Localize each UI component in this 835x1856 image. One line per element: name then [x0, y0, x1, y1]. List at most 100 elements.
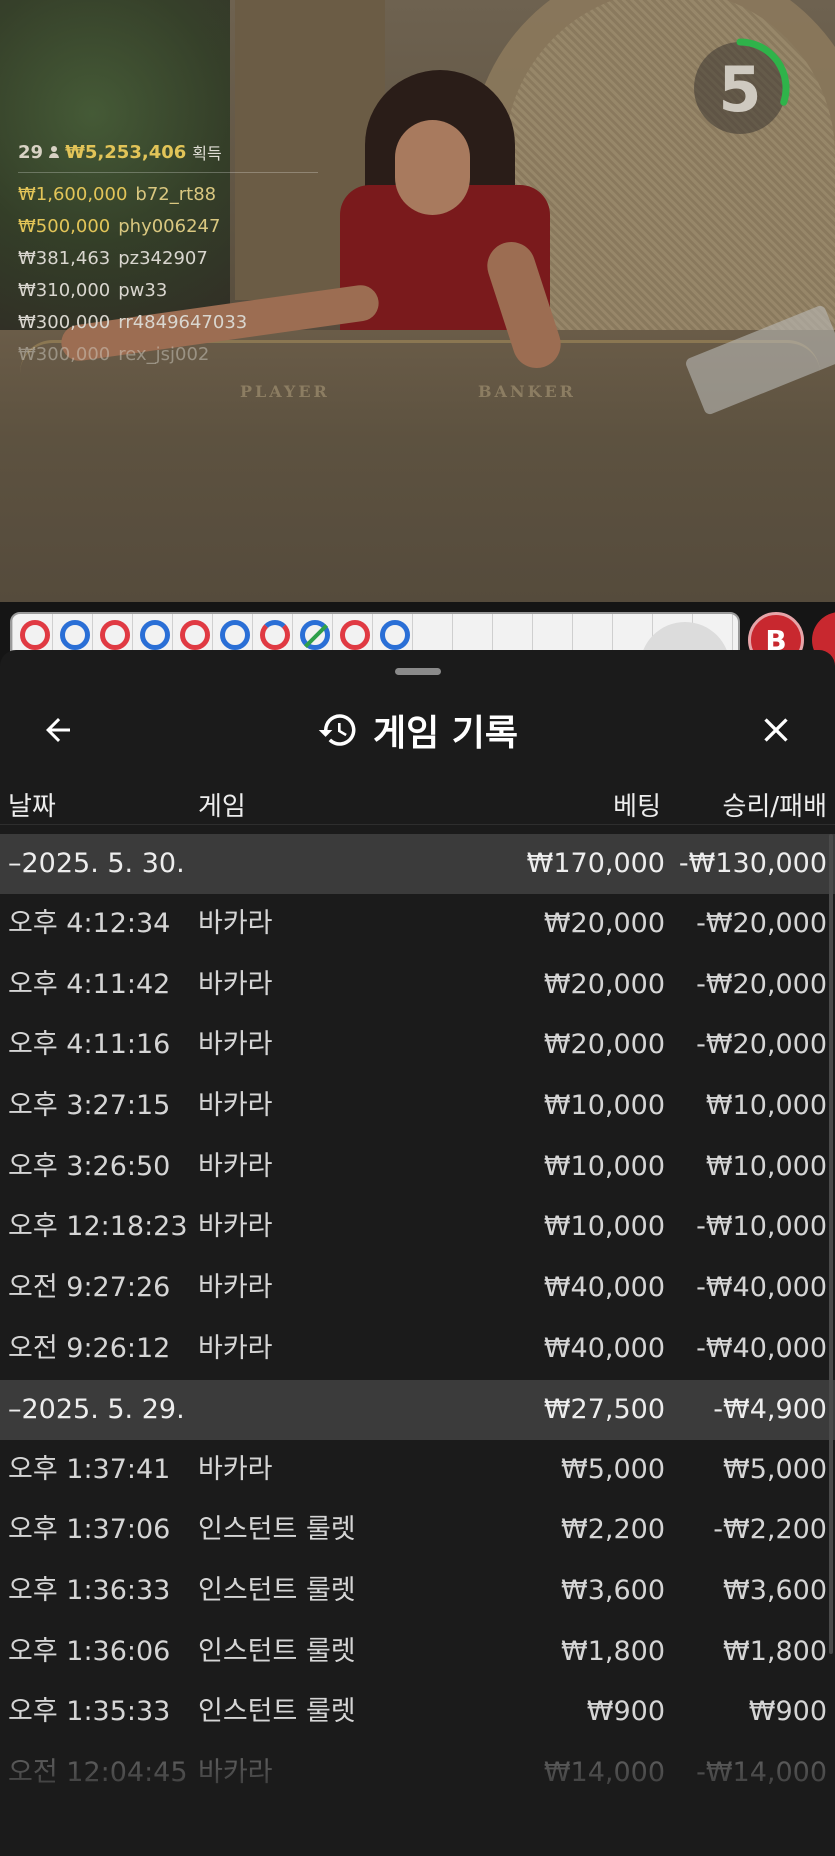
group-bet-total: ₩27,500 — [543, 1393, 665, 1425]
row-game: 바카라 — [198, 1029, 273, 1061]
column-date: 날짜 — [8, 792, 56, 822]
sheet-drag-handle[interactable] — [395, 668, 441, 675]
winner-amount: ₩300,000 — [18, 344, 111, 365]
bead-p — [60, 620, 90, 650]
row-result: -₩20,000 — [696, 908, 827, 939]
winner-user: b72_rt88 — [135, 184, 217, 205]
history-row[interactable]: 오후 1:35:33 인스턴트 룰렛 ₩900 ₩900 — [0, 1682, 835, 1743]
row-result: ₩900 — [748, 1696, 827, 1728]
list-fade — [0, 1740, 835, 1856]
history-row[interactable]: 오후 3:27:15 바카라 ₩10,000 ₩10,000 — [0, 1076, 835, 1137]
row-time: 오후 12:18:23 — [8, 1211, 188, 1243]
winner-amount: ₩500,000 — [18, 216, 111, 237]
arrow-left-icon — [46, 718, 70, 742]
scrollbar[interactable] — [829, 834, 833, 1654]
winners-total: ₩5,253,406 — [65, 141, 187, 163]
history-row[interactable]: 오전 9:27:26 바카라 ₩40,000 -₩40,000 — [0, 1258, 835, 1319]
bead-b — [340, 620, 370, 650]
row-game: 바카라 — [198, 908, 273, 939]
history-row[interactable]: 오후 1:36:06 인스턴트 룰렛 ₩1,800 ₩1,800 — [0, 1622, 835, 1683]
row-time: 오후 1:36:33 — [8, 1574, 171, 1606]
row-bet: ₩40,000 — [543, 1272, 665, 1304]
group-bet-total: ₩170,000 — [526, 848, 665, 879]
winner-user: rex_jsj002 — [118, 344, 210, 365]
winner-user: pw33 — [118, 280, 168, 301]
row-game: 바카라 — [198, 1211, 273, 1243]
person-icon — [49, 146, 60, 158]
row-time: 오후 3:27:15 — [8, 1090, 171, 1122]
date-group-row[interactable]: –2025. 5. 29. ₩27,500 -₩4,900 — [0, 1379, 835, 1440]
row-result: ₩1,800 — [723, 1635, 827, 1667]
row-game: 바카라 — [198, 968, 273, 1000]
sheet-header: 게임 기록 — [0, 690, 835, 770]
bead-b — [100, 620, 130, 650]
history-row[interactable]: 오후 3:26:50 바카라 ₩10,000 ₩10,000 — [0, 1137, 835, 1198]
winner-user: pz342907 — [118, 248, 208, 269]
row-bet: ₩20,000 — [543, 968, 665, 1000]
row-result: -₩20,000 — [696, 1029, 827, 1061]
group-result-total: -₩130,000 — [678, 848, 827, 879]
bead-tie-p — [300, 620, 330, 650]
history-row[interactable]: 오후 4:12:34 바카라 ₩20,000 -₩20,000 — [0, 894, 835, 955]
row-game: 인스턴트 룰렛 — [198, 1696, 356, 1728]
history-row[interactable]: 오후 1:37:06 인스턴트 룰렛 ₩2,200 -₩2,200 — [0, 1500, 835, 1561]
group-date: –2025. 5. 29. — [8, 1393, 185, 1425]
winner-amount: ₩1,600,000 — [18, 184, 128, 205]
timer-value: 5 — [718, 53, 762, 126]
row-result: ₩3,600 — [723, 1574, 827, 1606]
row-time: 오전 9:27:26 — [8, 1272, 171, 1304]
bead-p — [140, 620, 170, 650]
row-time: 오후 1:37:41 — [8, 1453, 171, 1485]
history-row[interactable]: 오후 1:36:33 인스턴트 룰렛 ₩3,600 ₩3,600 — [0, 1561, 835, 1622]
countdown-timer: 5 — [690, 28, 810, 148]
row-time: 오후 4:11:16 — [8, 1029, 171, 1061]
row-result: ₩10,000 — [705, 1090, 827, 1122]
row-game: 인스턴트 룰렛 — [198, 1574, 356, 1606]
bead-p — [220, 620, 250, 650]
row-bet: ₩2,200 — [561, 1514, 665, 1546]
row-time: 오후 1:37:06 — [8, 1514, 171, 1546]
close-button[interactable] — [750, 704, 802, 756]
history-row[interactable]: 오전 9:26:12 바카라 ₩40,000 -₩40,000 — [0, 1319, 835, 1380]
table-label-player: PLAYER — [240, 382, 330, 401]
history-row[interactable]: 오후 12:18:23 바카라 ₩10,000 -₩10,000 — [0, 1197, 835, 1258]
winner-user: rr4849647033 — [118, 312, 248, 333]
date-group-row[interactable]: –2025. 5. 30. ₩170,000 -₩130,000 — [0, 834, 835, 894]
winner-row: ₩310,000 pw33 — [18, 275, 318, 307]
history-row[interactable]: 오후 4:11:16 바카라 ₩20,000 -₩20,000 — [0, 1015, 835, 1076]
row-game: 바카라 — [198, 1332, 273, 1364]
row-result: -₩2,200 — [713, 1514, 827, 1546]
row-bet: ₩5,000 — [561, 1453, 665, 1485]
row-result: -₩10,000 — [696, 1211, 827, 1243]
winner-user: phy006247 — [118, 216, 221, 237]
row-result: -₩40,000 — [696, 1272, 827, 1304]
history-row[interactable]: 오후 1:37:41 바카라 ₩5,000 ₩5,000 — [0, 1440, 835, 1501]
history-row[interactable]: 오후 4:11:42 바카라 ₩20,000 -₩20,000 — [0, 955, 835, 1016]
row-result: ₩10,000 — [705, 1150, 827, 1182]
row-bet: ₩10,000 — [543, 1150, 665, 1182]
history-icon — [318, 714, 356, 746]
row-game: 인스턴트 룰렛 — [198, 1635, 356, 1667]
row-bet: ₩1,800 — [561, 1635, 665, 1667]
row-game: 바카라 — [198, 1272, 273, 1304]
back-button[interactable] — [32, 704, 84, 756]
winner-row: ₩381,463 pz342907 — [18, 243, 318, 275]
row-bet: ₩10,000 — [543, 1090, 665, 1122]
table-header: 날짜 게임 베팅 승리/패배 — [0, 780, 835, 825]
winner-row: ₩300,000 rr4849647033 — [18, 307, 318, 339]
row-game: 인스턴트 룰렛 — [198, 1514, 356, 1546]
row-bet: ₩10,000 — [543, 1211, 665, 1243]
winner-amount: ₩381,463 — [18, 248, 111, 269]
row-time: 오후 4:11:42 — [8, 968, 171, 1000]
sheet-title-group: 게임 기록 — [0, 690, 835, 770]
row-time: 오후 1:35:33 — [8, 1696, 171, 1728]
bead-p — [380, 620, 410, 650]
row-result: -₩20,000 — [696, 968, 827, 1000]
row-time: 오후 1:36:06 — [8, 1635, 171, 1667]
bead-b — [20, 620, 50, 650]
winners-count: 29 — [18, 141, 44, 163]
row-bet: ₩3,600 — [561, 1574, 665, 1606]
row-bet: ₩900 — [586, 1696, 665, 1728]
table-label-banker: BANKER — [478, 382, 576, 401]
winner-amount: ₩300,000 — [18, 312, 111, 333]
